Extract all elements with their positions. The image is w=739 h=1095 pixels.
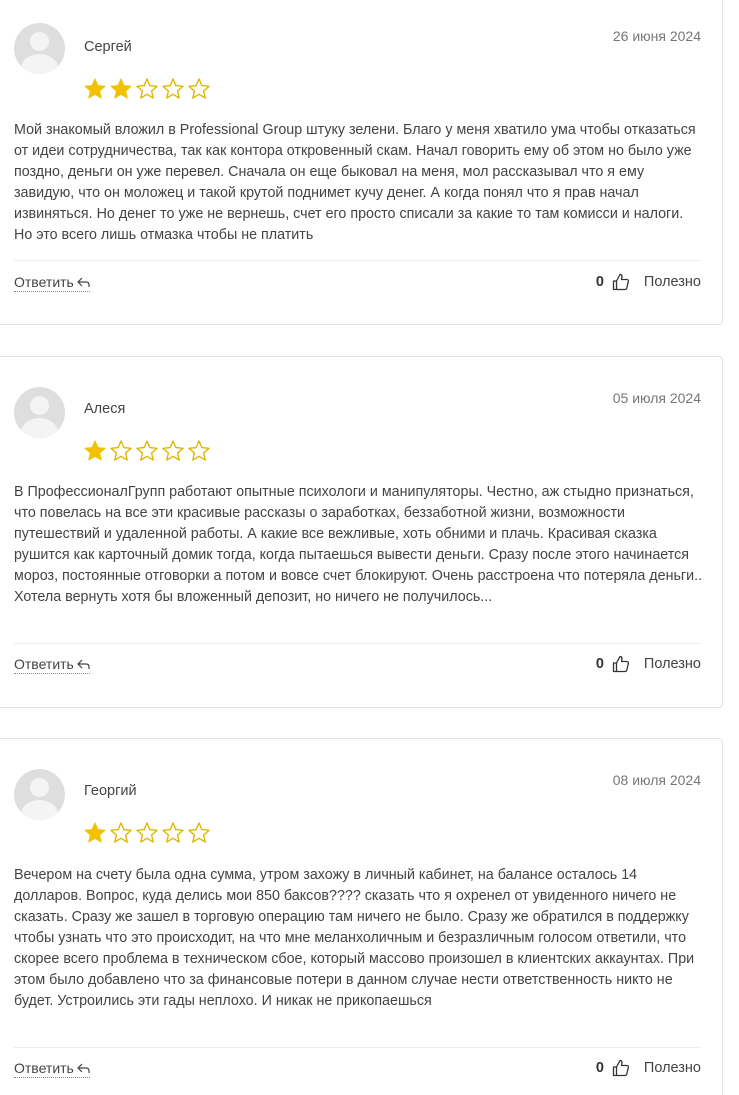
star-empty-icon <box>188 440 210 461</box>
star-empty-icon <box>162 440 184 461</box>
avatar <box>14 23 65 74</box>
review-text: Мой знакомый вложил в Professional Group… <box>14 122 696 243</box>
like-count: 0 <box>595 274 604 290</box>
review-author: Алеся <box>84 401 126 417</box>
avatar-body <box>21 418 58 438</box>
rating-stars <box>83 821 211 845</box>
review-divider <box>14 1047 701 1048</box>
review-text: В ПрофессионалГрупп работают опытные пси… <box>14 484 703 605</box>
reply-arrow-icon <box>76 1063 90 1073</box>
avatar-body <box>21 800 58 820</box>
like-count: 0 <box>595 656 604 672</box>
avatar-head <box>30 396 49 415</box>
star-empty-icon <box>136 78 158 99</box>
review-divider <box>14 643 701 644</box>
thumbs-up-icon[interactable] <box>612 655 630 673</box>
star-filled-icon <box>84 440 106 461</box>
thumbs-up-icon[interactable] <box>612 273 630 291</box>
reply-label: Ответить <box>14 656 74 672</box>
like-count: 0 <box>595 1060 604 1076</box>
star-empty-icon <box>188 822 210 843</box>
star-filled-icon <box>84 822 106 843</box>
useful-block: 0 Полезно <box>596 655 701 673</box>
useful-button[interactable]: Полезно <box>644 656 701 672</box>
review-date: 05 июля 2024 <box>612 390 701 406</box>
review-date: 08 июля 2024 <box>612 772 701 788</box>
avatar-head <box>30 32 49 51</box>
review-card: Алеся 05 июля 2024 В ПрофессионалГрупп р… <box>0 356 723 708</box>
reply-arrow-icon <box>76 277 90 287</box>
reply-label: Ответить <box>14 274 74 290</box>
reply-label: Ответить <box>14 1060 74 1076</box>
star-filled-icon <box>84 78 106 99</box>
useful-button[interactable]: Полезно <box>644 1060 701 1076</box>
reply-button[interactable]: Ответить <box>14 274 90 292</box>
reply-button[interactable]: Ответить <box>14 656 90 674</box>
avatar-body <box>21 54 58 74</box>
review-divider <box>14 260 701 261</box>
review-card: Георгий 08 июля 2024 Вечером на счету бы… <box>0 738 723 1095</box>
review-author: Георгий <box>84 783 137 799</box>
star-empty-icon <box>162 78 184 99</box>
star-filled-icon <box>110 78 132 99</box>
avatar <box>14 387 65 438</box>
star-empty-icon <box>110 440 132 461</box>
star-empty-icon <box>136 440 158 461</box>
avatar-head <box>30 778 49 797</box>
review-text: Вечером на счету была одна сумма, утром … <box>14 867 695 1009</box>
review-card: Сергей 26 июня 2024 Мой знакомый вложил … <box>0 0 723 325</box>
useful-block: 0 Полезно <box>596 273 701 291</box>
star-empty-icon <box>136 822 158 843</box>
rating-stars <box>83 439 211 463</box>
reply-button[interactable]: Ответить <box>14 1060 90 1078</box>
review-date: 26 июня 2024 <box>612 28 701 44</box>
reply-arrow-icon <box>76 659 90 669</box>
rating-stars <box>83 77 211 101</box>
useful-block: 0 Полезно <box>596 1059 701 1077</box>
review-author: Сергей <box>84 39 132 55</box>
thumbs-up-icon[interactable] <box>612 1059 630 1077</box>
star-empty-icon <box>162 822 184 843</box>
useful-button[interactable]: Полезно <box>644 274 701 290</box>
star-empty-icon <box>188 78 210 99</box>
star-empty-icon <box>110 822 132 843</box>
avatar <box>14 769 65 820</box>
